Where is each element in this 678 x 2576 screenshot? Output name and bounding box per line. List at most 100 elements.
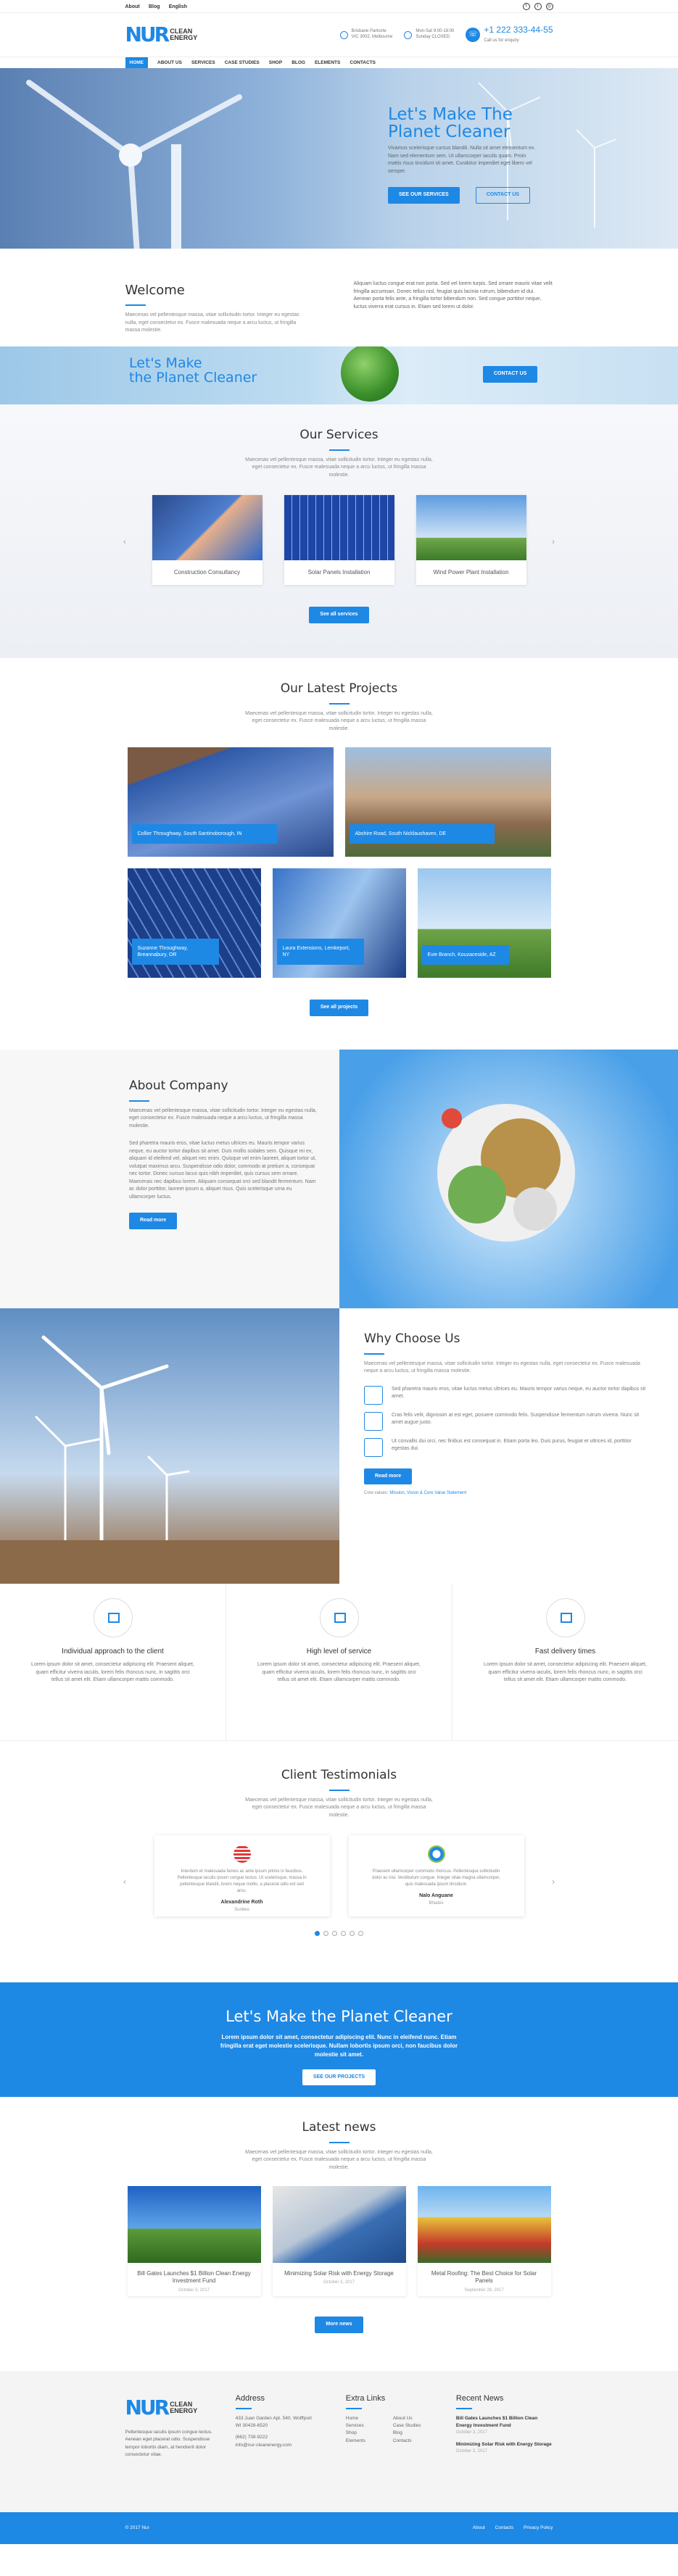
title-underline <box>328 1789 350 1791</box>
cta-title: Let's Make the Planet Cleaner <box>226 2008 452 2025</box>
hero-caption: Let's Make The Planet Cleaner Vivamus sce… <box>388 106 540 204</box>
carousel-dot[interactable] <box>315 1931 320 1936</box>
news-card-title: Bill Gates Launches $1 Billion Clean Ene… <box>137 2270 251 2285</box>
wind-farm-illustration <box>0 1335 339 1584</box>
service-title: Solar Panels Installation <box>307 569 371 576</box>
footer-link-elements[interactable]: Elements <box>346 2438 387 2445</box>
nav-about[interactable]: ABOUT US <box>157 59 182 67</box>
top-link-about[interactable]: About <box>125 4 140 9</box>
wind-turbine-illustration <box>26 80 617 249</box>
client-logo <box>427 1845 445 1863</box>
handshake-icon <box>93 1598 133 1637</box>
title-underline <box>328 702 350 705</box>
carousel-dot[interactable] <box>332 1931 337 1936</box>
why-read-more-button[interactable]: Read more <box>364 1468 413 1484</box>
footer-link-contacts[interactable]: Contacts <box>393 2438 434 2445</box>
bottom-link-privacy[interactable]: Privacy Policy <box>524 2525 553 2530</box>
testimonials-intro: Maecenas vel pellentesque massa, vitae s… <box>245 1797 433 1818</box>
news-section: Latest news Maecenas vel pellentesque ma… <box>0 2097 678 2371</box>
recent-news-link[interactable]: Bill Gates Launches $1 Billion Clean Ene… <box>456 2415 553 2430</box>
twitter-icon[interactable]: t <box>534 3 542 10</box>
feature-item: Sed pharetra mauris eros, vitae luctus m… <box>364 1385 649 1405</box>
footer-link-home[interactable]: Home <box>346 2415 387 2422</box>
logo[interactable]: NUR CLEAN ENERGY <box>125 20 198 50</box>
more-news-button[interactable]: More news <box>315 2317 363 2333</box>
instagram-icon[interactable]: ◎ <box>545 3 553 10</box>
news-card[interactable]: Minimizing Solar Risk with Energy Storag… <box>272 2186 406 2296</box>
crown-icon <box>319 1598 359 1637</box>
feature-text: Cras felis velit, dignissim at est eget,… <box>392 1412 640 1426</box>
solar-panel-icon <box>364 1437 383 1457</box>
title-underline <box>455 2407 472 2409</box>
cta-banner: Let's Make the Planet Cleaner CONTACT US <box>0 346 678 404</box>
nav-shop[interactable]: SHOP <box>269 59 282 67</box>
footer-logo[interactable]: NUR CLEAN ENERGY <box>125 2393 214 2423</box>
news-card[interactable]: Metal Roofing: The Best Choice for Solar… <box>417 2186 551 2296</box>
news-card-title: Metal Roofing: The Best Choice for Solar… <box>431 2270 537 2285</box>
language-selector[interactable]: English <box>169 4 187 9</box>
core-values-link[interactable]: Mission, Vision & Core Value Statement <box>389 1491 466 1495</box>
recent-news-link[interactable]: Minimizing Solar Risk with Energy Storag… <box>456 2441 553 2448</box>
service-card[interactable]: Wind Power Plant Installation <box>416 495 526 585</box>
nav-home[interactable]: HOME <box>125 57 148 69</box>
project-label: Abshire Road, South Nicklaushaven, DE <box>349 823 495 844</box>
nav-case-studies[interactable]: CASE STUDIES <box>225 59 260 67</box>
see-projects-button[interactable]: SEE OUR PROJECTS <box>302 2069 376 2085</box>
why-section: Why Choose Us Maecenas vel pellentesque … <box>0 1308 678 1584</box>
news-card-title: Minimizing Solar Risk with Energy Storag… <box>284 2270 394 2277</box>
carousel-dot[interactable] <box>341 1931 346 1936</box>
carousel-next-icon[interactable]: › <box>552 535 555 548</box>
project-card[interactable]: Laura Extensions, Lemkeport, NY <box>272 868 406 978</box>
contact-us-button[interactable]: CONTACT US <box>475 187 531 204</box>
carousel-prev-icon[interactable]: ‹ <box>123 535 126 548</box>
footer-link-blog[interactable]: Blog <box>393 2430 434 2437</box>
news-card[interactable]: Bill Gates Launches $1 Billion Clean Ene… <box>127 2186 261 2296</box>
about-read-more-button[interactable]: Read more <box>129 1213 178 1229</box>
projects-intro: Maecenas vel pellentesque massa, vitae s… <box>245 710 433 731</box>
top-link-blog[interactable]: Blog <box>149 4 160 9</box>
project-card[interactable]: Collier Throughway, South Santinoborough… <box>127 747 334 857</box>
wind-turbine-icon <box>364 1385 383 1405</box>
footer-about: Pellentesque iaculis ipsum congue lectus… <box>125 2430 212 2458</box>
title-underline <box>328 2141 350 2143</box>
carousel-dot[interactable] <box>323 1931 328 1936</box>
see-services-button[interactable]: SEE OUR SERVICES <box>388 187 460 204</box>
title-underline <box>364 1353 384 1355</box>
carousel-dot[interactable] <box>350 1931 355 1936</box>
nav-contacts[interactable]: CONTACTS <box>350 59 376 67</box>
bottom-link-about[interactable]: About <box>473 2525 485 2530</box>
news-image <box>127 2186 261 2263</box>
carousel-dot[interactable] <box>358 1931 363 1936</box>
project-card[interactable]: Evie Branch, Kouzaceside, AZ <box>417 868 551 978</box>
footer-link-shop[interactable]: Shop <box>346 2430 387 2437</box>
carousel-next-icon[interactable]: › <box>552 1875 555 1888</box>
about-section: About Company Maecenas vel pellentesque … <box>0 1050 678 1308</box>
nav-elements[interactable]: ELEMENTS <box>315 59 340 67</box>
project-card[interactable]: Suzanne Throughway, Breannabury, OR <box>127 868 261 978</box>
facebook-icon[interactable]: f <box>522 3 530 10</box>
advantages-section: Individual approach to the client Lorem … <box>0 1584 678 1741</box>
hero-title: Let's Make The Planet Cleaner <box>388 105 513 142</box>
banner-contact-button[interactable]: CONTACT US <box>483 366 538 383</box>
top-links: About Blog English <box>125 2 195 12</box>
nav-services[interactable]: SERVICES <box>191 59 215 67</box>
service-card[interactable]: Solar Panels Installation <box>284 495 394 585</box>
nav-blog[interactable]: BLOG <box>292 59 305 67</box>
footer-link-case-studies[interactable]: Case Studies <box>393 2422 434 2430</box>
advantage-title: High level of service <box>306 1648 372 1655</box>
footer-phone[interactable]: (662) 739-9222 <box>236 2434 324 2441</box>
see-all-projects-button[interactable]: See all projects <box>309 1000 369 1016</box>
footer-email[interactable]: info@nur-cleanenergy.com <box>236 2442 324 2449</box>
footer-link-services[interactable]: Services <box>346 2422 387 2430</box>
footer-links: Home About Us Services Case Studies Shop… <box>346 2415 434 2446</box>
news-date: September 29, 2017 <box>464 2288 504 2293</box>
project-card[interactable]: Abshire Road, South Nicklaushaven, DE <box>344 747 551 857</box>
see-all-services-button[interactable]: See all services <box>309 607 369 623</box>
carousel-prev-icon[interactable]: ‹ <box>123 1875 126 1888</box>
footer-link-about[interactable]: About Us <box>393 2415 434 2422</box>
feature-item: Cras felis velit, dignissim at est eget,… <box>364 1411 649 1431</box>
service-card[interactable]: Construction Consultancy <box>152 495 262 585</box>
header-phone[interactable]: ☏ +1 222 333-44-55 Call us for enquiry <box>466 25 553 44</box>
news-date: October 3, 2017 <box>323 2280 355 2285</box>
bottom-link-contacts[interactable]: Contacts <box>495 2525 514 2530</box>
